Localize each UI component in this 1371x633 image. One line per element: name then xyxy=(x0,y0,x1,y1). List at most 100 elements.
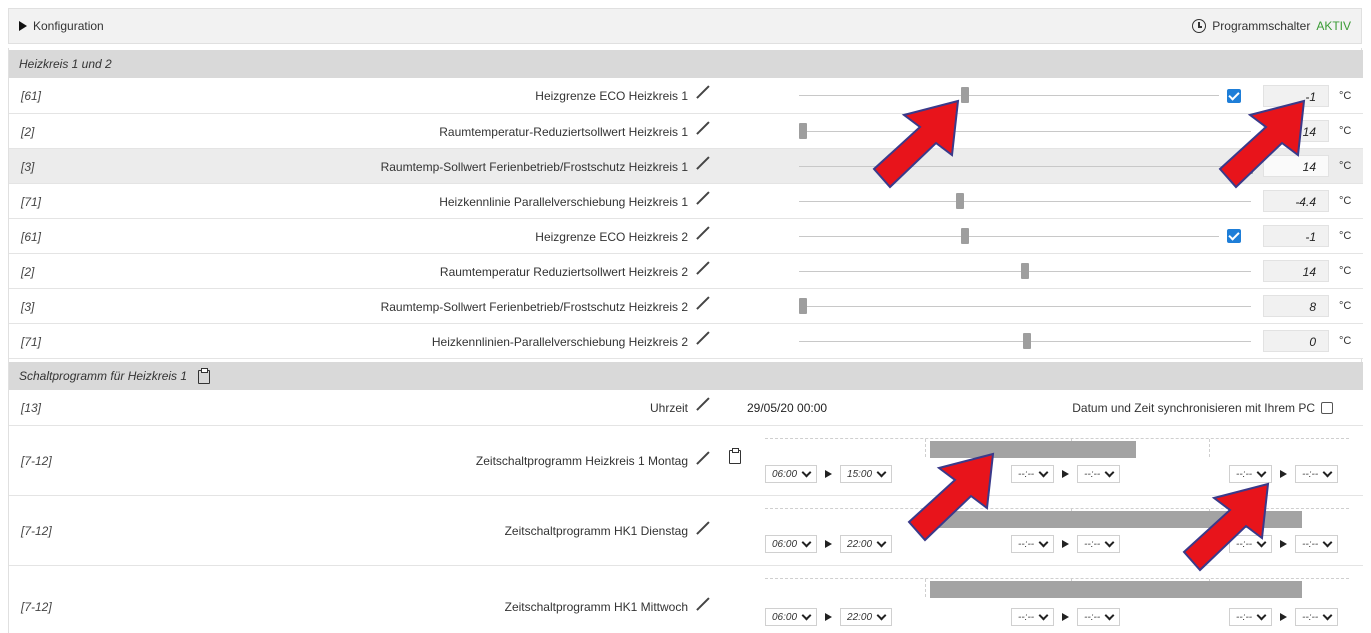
param-label: Raumtemperatur-Reduziertsollwert Heizkre… xyxy=(439,125,688,139)
arrow-right-icon xyxy=(825,540,833,548)
slider-thumb[interactable] xyxy=(961,228,969,244)
chevron-down-icon xyxy=(1256,467,1267,477)
period-2: --:-- --:-- xyxy=(1011,608,1121,626)
start-select[interactable]: 06:00 xyxy=(765,608,818,626)
end-value: --:-- xyxy=(1084,468,1101,480)
time-row: [13] Uhrzeit 29/05/20 00:00 Datum und Ze… xyxy=(9,390,1363,426)
param-id: [7-12] xyxy=(21,600,52,614)
config-label: Konfiguration xyxy=(33,19,104,33)
start-select[interactable]: --:-- xyxy=(1229,608,1273,626)
param-id: [2] xyxy=(21,125,35,139)
end-select[interactable]: 15:00 xyxy=(840,465,893,483)
end-select[interactable]: 22:00 xyxy=(840,608,893,626)
end-value: --:-- xyxy=(1084,611,1101,623)
edit-pencil-icon[interactable] xyxy=(698,521,710,533)
slider-thumb[interactable] xyxy=(956,193,964,209)
edit-pencil-icon[interactable] xyxy=(698,397,710,409)
value-field[interactable]: 14 xyxy=(1263,260,1329,282)
chevron-down-icon xyxy=(876,537,887,547)
param-id: [61] xyxy=(21,230,42,244)
param-row: [3] Raumtemp-Sollwert Ferienbetrieb/Fros… xyxy=(9,149,1363,184)
arrow-right-icon xyxy=(1062,470,1070,478)
param-label: Heizgrenze ECO Heizkreis 1 xyxy=(535,89,688,103)
slider-track[interactable] xyxy=(799,131,1251,132)
edit-pencil-icon[interactable] xyxy=(698,331,710,343)
edit-pencil-icon[interactable] xyxy=(698,261,710,273)
period-1: 06:00 15:00 xyxy=(765,465,893,483)
config-toggle[interactable]: Konfiguration xyxy=(19,19,104,33)
sync-checkbox[interactable] xyxy=(1321,402,1333,414)
slider-track[interactable] xyxy=(799,201,1251,202)
param-label: Uhrzeit xyxy=(649,401,688,415)
period-2: --:-- --:-- xyxy=(1011,465,1121,483)
edit-pencil-icon[interactable] xyxy=(698,597,710,609)
end-select[interactable]: --:-- xyxy=(1077,535,1121,553)
value-field[interactable]: 0 xyxy=(1263,330,1329,352)
unit-label: °C xyxy=(1339,335,1352,347)
end-select[interactable]: --:-- xyxy=(1077,465,1121,483)
edit-pencil-icon[interactable] xyxy=(698,296,710,308)
end-select[interactable]: --:-- xyxy=(1077,608,1121,626)
edit-pencil-icon[interactable] xyxy=(698,156,710,168)
end-value: 22:00 xyxy=(847,538,873,550)
value-field[interactable]: -4.4 xyxy=(1263,190,1329,212)
slider-thumb[interactable] xyxy=(799,298,807,314)
param-row: [2] Raumtemperatur Reduziertsollwert Hei… xyxy=(9,254,1363,289)
arrow-right-icon xyxy=(825,613,833,621)
slider-thumb[interactable] xyxy=(799,123,807,139)
sync-time-option[interactable]: Datum und Zeit synchronisieren mit Ihrem… xyxy=(1072,401,1333,415)
param-id: [3] xyxy=(21,300,35,314)
program-label: Programmschalter xyxy=(1212,19,1311,33)
end-value: --:-- xyxy=(1302,611,1319,623)
start-value: --:-- xyxy=(1236,611,1253,623)
end-select[interactable]: --:-- xyxy=(1295,608,1339,626)
annotation-arrow xyxy=(907,452,995,542)
end-value: 15:00 xyxy=(847,468,873,480)
end-select[interactable]: --:-- xyxy=(1295,465,1339,483)
end-select[interactable]: --:-- xyxy=(1295,535,1339,553)
start-value: 06:00 xyxy=(772,611,798,623)
start-select[interactable]: --:-- xyxy=(1011,535,1055,553)
enable-checkbox[interactable] xyxy=(1227,229,1241,243)
section-heizkreis: Heizkreis 1 und 2 xyxy=(9,50,1363,78)
edit-pencil-icon[interactable] xyxy=(698,451,710,463)
param-id: [13] xyxy=(21,401,42,415)
chevron-down-icon xyxy=(801,467,812,477)
start-select[interactable]: 06:00 xyxy=(765,465,818,483)
slider-track[interactable] xyxy=(799,166,1251,167)
value-field[interactable]: -1 xyxy=(1263,225,1329,247)
slider-track[interactable] xyxy=(799,236,1219,237)
copy-clipboard-icon[interactable] xyxy=(729,448,741,464)
chevron-down-icon xyxy=(1256,610,1267,620)
param-label: Zeitschaltprogramm HK1 Dienstag xyxy=(504,524,688,538)
chevron-down-icon xyxy=(1038,610,1049,620)
end-value: --:-- xyxy=(1084,538,1101,550)
param-label: Zeitschaltprogramm Heizkreis 1 Montag xyxy=(475,454,688,468)
end-select[interactable]: 22:00 xyxy=(840,535,893,553)
start-value: 06:00 xyxy=(772,468,798,480)
start-value: --:-- xyxy=(1018,611,1035,623)
slider-thumb[interactable] xyxy=(1023,333,1031,349)
copy-clipboard-icon[interactable] xyxy=(198,367,211,384)
edit-pencil-icon[interactable] xyxy=(698,191,710,203)
section-title: Heizkreis 1 und 2 xyxy=(19,57,112,71)
slider-track[interactable] xyxy=(799,306,1251,307)
slider-track[interactable] xyxy=(799,95,1219,96)
slider-thumb[interactable] xyxy=(1021,263,1029,279)
value-field[interactable]: 8 xyxy=(1263,295,1329,317)
period-3: --:-- --:-- xyxy=(1229,608,1339,626)
start-select[interactable]: --:-- xyxy=(1011,608,1055,626)
start-select[interactable]: 06:00 xyxy=(765,535,818,553)
chevron-down-icon xyxy=(1104,610,1115,620)
app-root: Konfiguration Programmschalter AKTIV Hei… xyxy=(0,0,1371,633)
edit-pencil-icon[interactable] xyxy=(698,121,710,133)
unit-label: °C xyxy=(1339,230,1352,242)
chevron-down-icon xyxy=(1322,537,1333,547)
param-row: [61] Heizgrenze ECO Heizkreis 2 -1 °C xyxy=(9,219,1363,254)
arrow-right-icon xyxy=(1280,613,1288,621)
clock-icon xyxy=(1192,19,1207,33)
param-row: [3] Raumtemp-Sollwert Ferienbetrieb/Fros… xyxy=(9,289,1363,324)
edit-pencil-icon[interactable] xyxy=(698,85,710,97)
start-select[interactable]: --:-- xyxy=(1011,465,1055,483)
edit-pencil-icon[interactable] xyxy=(698,226,710,238)
